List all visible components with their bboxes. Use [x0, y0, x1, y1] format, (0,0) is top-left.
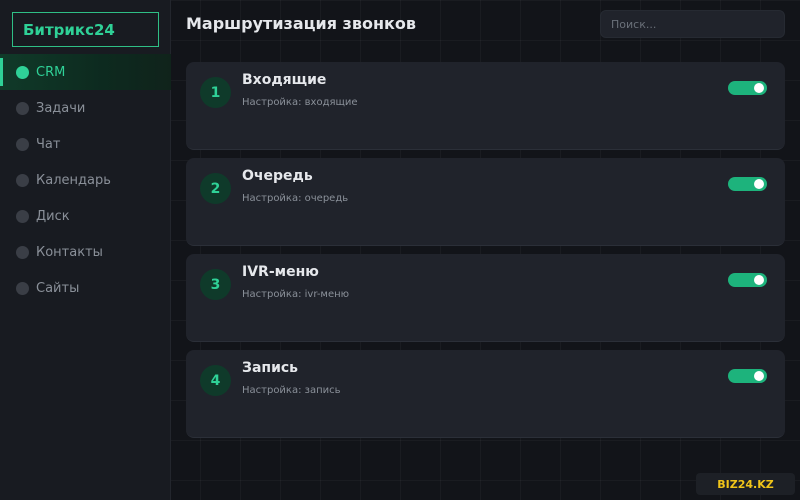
sidebar-item-calendar[interactable]: Календарь	[0, 162, 171, 198]
enable-toggle[interactable]	[728, 273, 767, 287]
step-number-badge: 2	[200, 173, 231, 204]
nav-dot-icon	[16, 209, 29, 223]
routing-card-incoming: 1 Входящие Настройка: входящие	[186, 62, 785, 150]
toggle-knob	[754, 83, 764, 93]
sidebar-item-label: Задачи	[36, 100, 86, 116]
routing-card-recording: 4 Запись Настройка: запись	[186, 350, 785, 438]
nav-dot-icon	[16, 281, 29, 295]
step-number-badge: 1	[200, 77, 231, 108]
nav-dot-icon	[16, 173, 29, 187]
routing-cards: 1 Входящие Настройка: входящие 2 Очередь…	[186, 62, 785, 446]
nav-dot-icon	[16, 101, 29, 115]
card-subtitle: Настройка: запись	[242, 385, 341, 396]
toggle-knob	[754, 275, 764, 285]
card-title: IVR-меню	[242, 264, 319, 280]
nav-dot-icon	[16, 137, 29, 151]
routing-card-ivr: 3 IVR-меню Настройка: ivr-меню	[186, 254, 785, 342]
enable-toggle[interactable]	[728, 177, 767, 191]
enable-toggle[interactable]	[728, 81, 767, 95]
card-title: Очередь	[242, 168, 313, 184]
search-input[interactable]	[600, 10, 785, 38]
toggle-knob	[754, 371, 764, 381]
toggle-knob	[754, 179, 764, 189]
sidebar-item-label: Чат	[36, 136, 61, 152]
sidebar: Битрикс24 CRM Задачи Чат Календарь Диск …	[0, 0, 171, 500]
sidebar-item-label: Контакты	[36, 244, 103, 260]
card-title: Запись	[242, 360, 299, 376]
sidebar-item-label: CRM	[36, 64, 66, 80]
sidebar-item-tasks[interactable]: Задачи	[0, 90, 171, 126]
sidebar-item-contacts[interactable]: Контакты	[0, 234, 171, 270]
sidebar-item-chat[interactable]: Чат	[0, 126, 171, 162]
card-title: Входящие	[242, 72, 327, 88]
nav-dot-icon	[16, 65, 29, 79]
enable-toggle[interactable]	[728, 369, 767, 383]
sidebar-item-disk[interactable]: Диск	[0, 198, 171, 234]
card-subtitle: Настройка: входящие	[242, 97, 358, 108]
sidebar-item-label: Календарь	[36, 172, 111, 188]
sidebar-nav: CRM Задачи Чат Календарь Диск Контакты С…	[0, 54, 171, 306]
sidebar-item-label: Сайты	[36, 280, 80, 296]
step-number-badge: 4	[200, 365, 231, 396]
nav-dot-icon	[16, 245, 29, 259]
card-subtitle: Настройка: очередь	[242, 193, 349, 204]
watermark: BIZ24.KZ	[696, 473, 795, 495]
sidebar-item-crm[interactable]: CRM	[0, 54, 171, 90]
step-number-badge: 3	[200, 269, 231, 300]
card-subtitle: Настройка: ivr-меню	[242, 289, 350, 300]
app-logo[interactable]: Битрикс24	[12, 12, 159, 47]
sidebar-item-label: Диск	[36, 208, 70, 224]
routing-card-queue: 2 Очередь Настройка: очередь	[186, 158, 785, 246]
sidebar-item-sites[interactable]: Сайты	[0, 270, 171, 306]
page-title: Маршрутизация звонков	[186, 14, 416, 33]
